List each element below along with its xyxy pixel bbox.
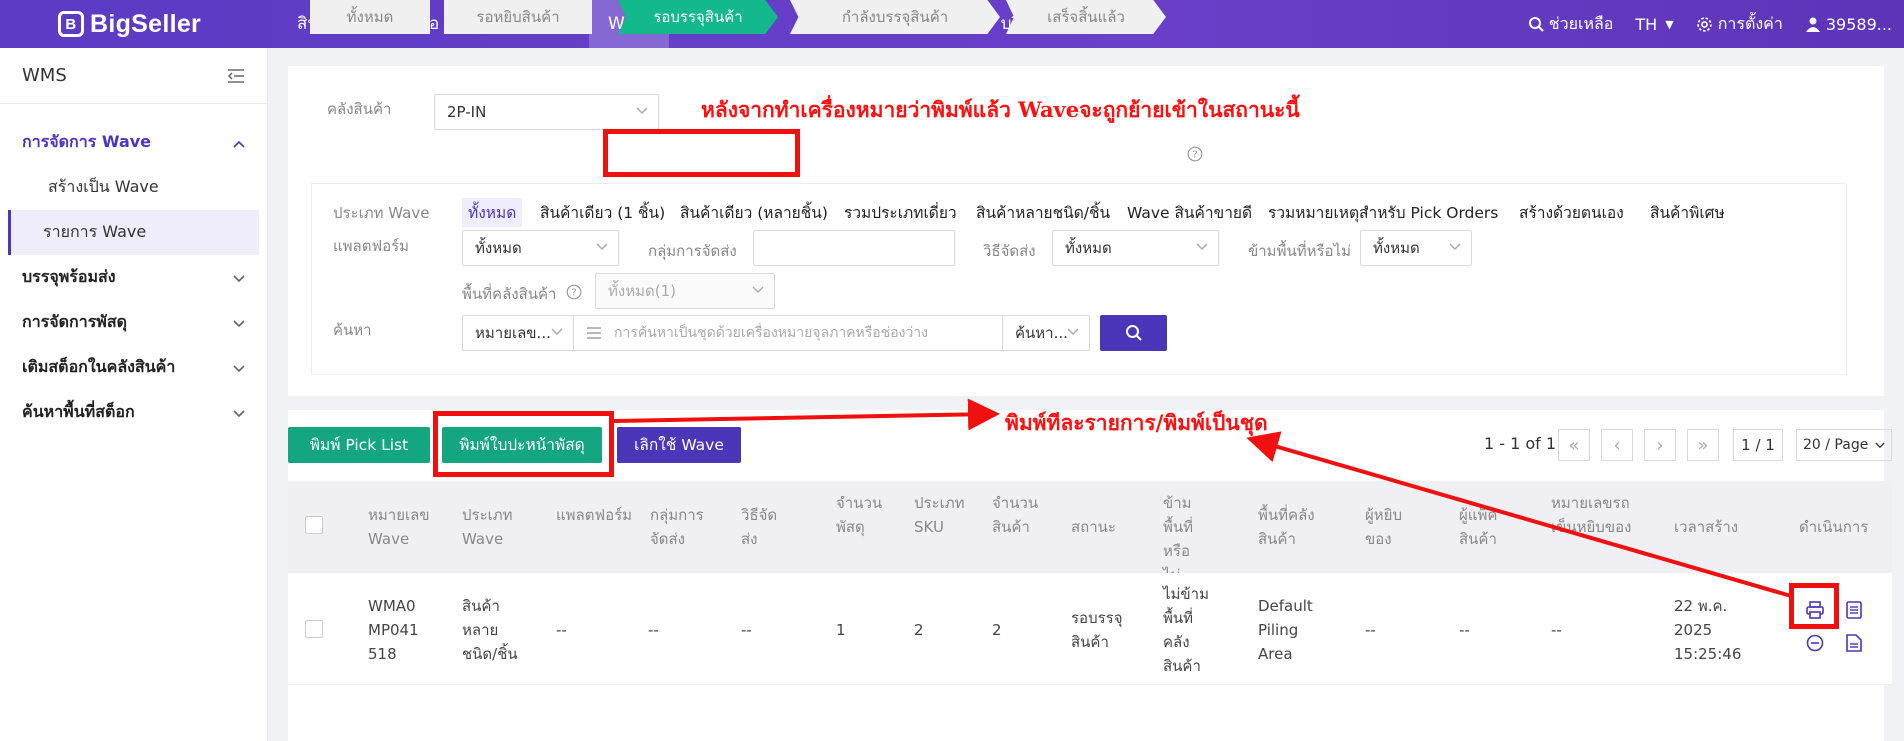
annotation-arrows (613, 398, 1792, 598)
arrow-from-printer-icon (1246, 431, 1792, 598)
arrow-to-print-label (613, 398, 1000, 431)
